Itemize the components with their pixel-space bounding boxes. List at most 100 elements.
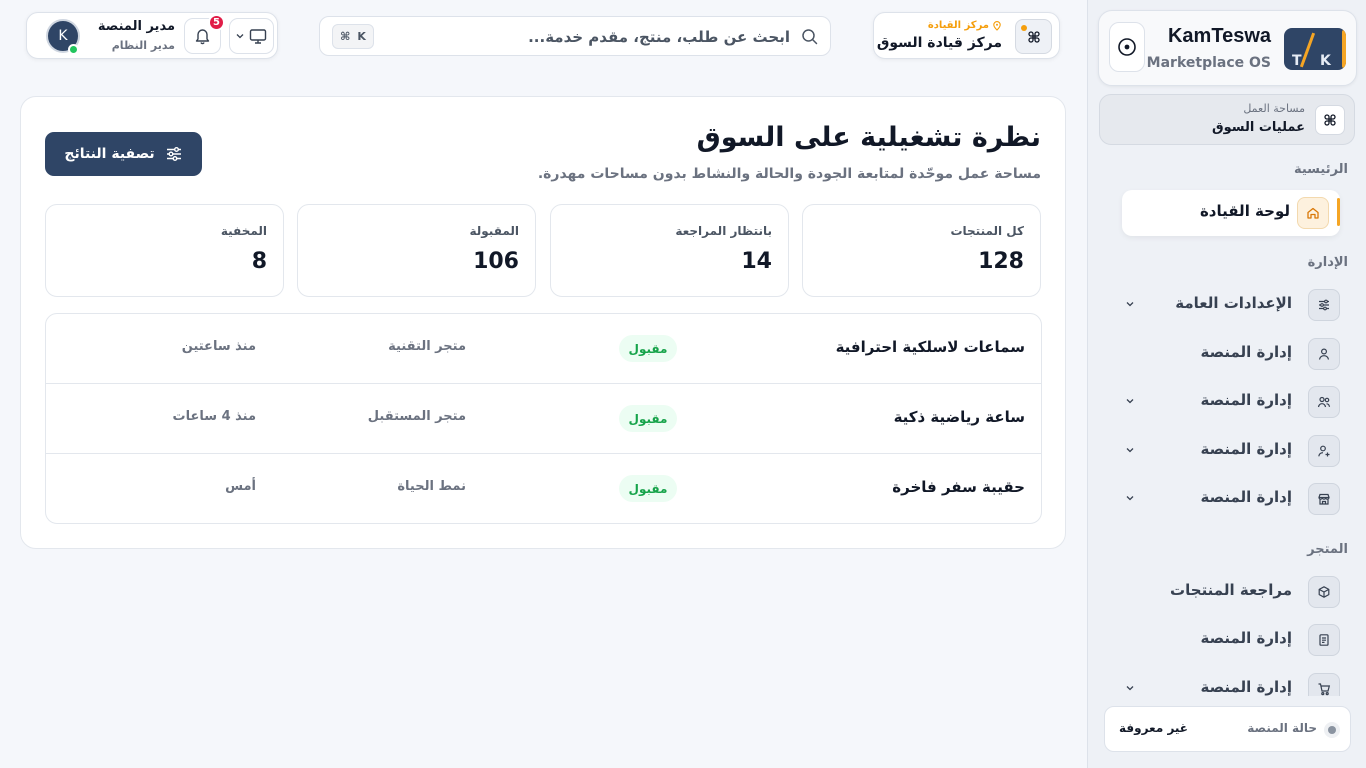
workspace-switcher[interactable]: مساحة العمل عمليات السوق (1099, 94, 1355, 145)
section-title-admin: الإدارة (1307, 255, 1348, 270)
section-title-store: المتجر (1307, 542, 1348, 557)
cart-icon (1308, 673, 1340, 696)
search-shortcut: ⌘ K (332, 24, 374, 49)
command-key-icon: ⌘ (340, 30, 351, 43)
sidebar-item-label: لوحة القيادة (1199, 202, 1290, 220)
stat-label: بانتظار المراجعة (675, 224, 772, 238)
sidebar-item-platform-documents[interactable]: إدارة المنصة (1122, 617, 1340, 661)
status-label: حالة المنصة (1247, 721, 1317, 735)
sidebar-item-product-review[interactable]: مراجعة المنتجات (1122, 569, 1340, 613)
target-icon (1118, 38, 1136, 56)
stat-label: المقبولة (469, 224, 519, 238)
table-row[interactable]: حقيبة سفر فاخرة مقبول نمط الحياة أمس (46, 454, 1041, 523)
timestamp: منذ 4 ساعات (172, 409, 256, 424)
sidebar-item-platform-invites[interactable]: إدارة المنصة (1122, 428, 1340, 472)
sidebar-toggle-button[interactable] (1109, 22, 1145, 72)
product-name: سماعات لاسلكية احترافية (835, 338, 1025, 356)
filter-results-button[interactable]: تصفية النتائج (45, 132, 202, 176)
sidebar-item-platform-teams[interactable]: إدارة المنصة (1122, 379, 1340, 423)
sliders-icon (166, 147, 181, 161)
stat-value: 128 (978, 249, 1024, 274)
global-search[interactable]: ⌘ K (319, 16, 831, 56)
box-icon (1308, 576, 1340, 608)
sidebar: T K KamTeswa Marketplace OS مساحة العمل … (1087, 0, 1366, 768)
users-icon (1308, 386, 1340, 418)
sidebar-item-label: إدارة المنصة (1200, 488, 1292, 506)
timestamp: أمس (225, 479, 256, 494)
filter-results-label: تصفية النتائج (64, 146, 155, 162)
sidebar-item-label: إدارة المنصة (1200, 391, 1292, 409)
brand-subtitle: Marketplace OS (1146, 55, 1271, 71)
hub-caption: مركز القيادة (928, 20, 1002, 31)
store-name: نمط الحياة (397, 479, 466, 494)
sidebar-item-label: إدارة المنصة (1200, 440, 1292, 458)
user-menu[interactable]: 5 مدير المنصة مدير النظام K (26, 12, 278, 59)
stat-card-all-products: كل المنتجات 128 (802, 204, 1041, 297)
user-role: مدير النظام (111, 39, 175, 52)
sidebar-item-label: الإعدادات العامة (1175, 294, 1292, 312)
sidebar-item-general-settings[interactable]: الإعدادات العامة (1122, 282, 1340, 326)
notification-count-badge: 5 (208, 14, 225, 31)
command-hub-button[interactable]: مركز القيادة مركز قيادة السوق (873, 12, 1060, 59)
user-name: مدير المنصة (97, 19, 175, 34)
status-value: غير معروفة (1119, 721, 1188, 735)
workspace-value: عمليات السوق (1211, 120, 1305, 135)
sidebar-item-dashboard[interactable]: لوحة القيادة (1122, 190, 1340, 236)
command-icon (1015, 19, 1052, 54)
user-plus-icon (1308, 435, 1340, 467)
product-name: حقيبة سفر فاخرة (892, 478, 1025, 496)
page-subtitle: مساحة عمل موحّدة لمتابعة الجودة والحالة … (537, 166, 1041, 182)
location-pin-icon (993, 20, 1001, 31)
user-icon (1308, 338, 1340, 370)
display-mode-button[interactable] (229, 18, 274, 54)
brand-name: KamTeswa (1167, 25, 1271, 47)
online-status-dot (68, 44, 79, 55)
search-icon (802, 29, 818, 45)
chevron-down-icon[interactable] (1122, 680, 1138, 696)
sidebar-item-platform-stores[interactable]: إدارة المنصة (1122, 476, 1340, 520)
stat-value: 106 (473, 249, 519, 274)
store-name: متجر المستقبل (367, 409, 466, 424)
store-icon (1308, 483, 1340, 515)
command-icon (1315, 105, 1345, 135)
workspace-label: مساحة العمل (1243, 102, 1305, 115)
chevron-down-icon (236, 34, 244, 39)
status-badge: مقبول (619, 475, 677, 502)
overview-panel: نظرة تشغيلية على السوق مساحة عمل موحّدة … (20, 96, 1066, 549)
sidebar-item-label: إدارة المنصة (1200, 678, 1292, 696)
chevron-down-icon[interactable] (1122, 442, 1138, 458)
chevron-down-icon[interactable] (1122, 296, 1138, 312)
search-input[interactable] (410, 24, 790, 50)
stat-card-hidden: المخفية 8 (45, 204, 284, 297)
hub-title: مركز قيادة السوق (876, 35, 1002, 51)
sidebar-item-label: إدارة المنصة (1200, 343, 1292, 361)
bell-icon (195, 29, 210, 45)
sidebar-item-label: إدارة المنصة (1200, 629, 1292, 647)
store-name: متجر التقنية (388, 339, 466, 354)
stat-card-accepted: المقبولة 106 (297, 204, 536, 297)
product-name: ساعة رياضية ذكية (893, 408, 1025, 426)
stat-card-pending-review: بانتظار المراجعة 14 (550, 204, 789, 297)
stat-value: 8 (251, 249, 267, 274)
monitor-icon (249, 29, 267, 44)
stat-value: 14 (741, 249, 772, 274)
status-badge: مقبول (619, 335, 677, 362)
sidebar-item-platform-orders[interactable]: إدارة المنصة (1122, 666, 1340, 696)
table-row[interactable]: ساعة رياضية ذكية مقبول متجر المستقبل منذ… (46, 384, 1041, 454)
chevron-down-icon[interactable] (1122, 393, 1138, 409)
stat-label: كل المنتجات (950, 224, 1024, 238)
chevron-down-icon[interactable] (1122, 490, 1138, 506)
timestamp: منذ ساعتين (181, 339, 256, 354)
stat-label: المخفية (220, 224, 267, 238)
sidebar-item-label: مراجعة المنتجات (1170, 581, 1292, 599)
logo-letter-k: K (1320, 53, 1331, 69)
sidebar-item-platform-users[interactable]: إدارة المنصة (1122, 331, 1340, 375)
page-title: نظرة تشغيلية على السوق (696, 122, 1041, 153)
section-title-main: الرئيسية (1293, 162, 1348, 177)
table-row[interactable]: سماعات لاسلكية احترافية مقبول متجر التقن… (46, 314, 1041, 384)
products-table: سماعات لاسلكية احترافية مقبول متجر التقن… (45, 313, 1042, 524)
sliders-icon (1308, 289, 1340, 321)
status-badge: مقبول (619, 405, 677, 432)
status-indicator-icon (1324, 722, 1340, 738)
shortcut-key: K (357, 30, 366, 43)
